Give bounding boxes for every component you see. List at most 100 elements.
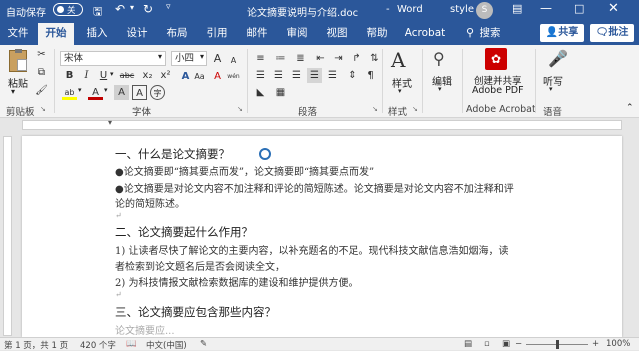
tab-layout[interactable]: 布局 <box>160 21 194 45</box>
tab-review[interactable]: 审阅 <box>280 21 314 45</box>
document-page[interactable]: 一、什么是论文摘要？ ●论文摘要即“摘其要点而发”，论文摘要即“摘其要点而发” … <box>22 136 622 337</box>
paragraph-line[interactable]: 2) 为科技情报文献检索数据库的建设和维护提供方便。 <box>115 274 358 289</box>
styles-dropdown-icon[interactable]: ▾ <box>398 87 402 95</box>
comments-button[interactable]: 🗨批注 <box>590 24 634 42</box>
character-shading-button[interactable]: A <box>114 85 129 100</box>
bullets-icon[interactable]: ≡ <box>253 51 268 66</box>
paste-dropdown-icon[interactable]: ▾ <box>11 87 15 96</box>
highlight-button[interactable]: ab <box>62 85 77 100</box>
accessibility-icon[interactable]: ✎ <box>200 339 207 349</box>
align-right-icon[interactable]: ☰ <box>289 68 304 83</box>
font-color-button[interactable]: A <box>88 85 103 100</box>
highlight-dropdown-icon[interactable]: ▾ <box>78 86 82 94</box>
align-left-icon[interactable]: ☰ <box>253 68 268 83</box>
copy-icon[interactable]: ⧉ <box>34 65 49 80</box>
microphone-icon[interactable]: 🎤 <box>548 49 568 68</box>
user-name[interactable]: style <box>450 4 474 15</box>
underline-button[interactable]: U <box>96 68 111 83</box>
editing-icon[interactable]: ⚲ <box>433 49 445 68</box>
ruler-track[interactable] <box>3 136 12 336</box>
tab-file[interactable]: 文件 <box>2 21 34 45</box>
phonetic-guide-icon[interactable]: wén <box>226 69 241 84</box>
heading-1[interactable]: 一、什么是论文摘要？ <box>115 146 230 162</box>
tab-design[interactable]: 设计 <box>120 21 154 45</box>
dictate-label[interactable]: 听写 <box>543 73 563 88</box>
minimize-icon[interactable]: — <box>540 1 552 15</box>
autosave-toggle[interactable]: 关 <box>53 3 83 16</box>
font-color-dropdown-icon[interactable]: ▾ <box>104 86 108 94</box>
search-icon[interactable]: ⚲ <box>462 21 478 45</box>
strikethrough-button[interactable]: abc <box>118 68 136 83</box>
paragraph-line[interactable]: 1) 让读者尽快了解论文的主要内容，以补充题名的不足。现代科技文献信息浩如烟海，… <box>115 242 508 257</box>
redo-icon[interactable]: ↻ <box>143 2 153 16</box>
maximize-icon[interactable]: □ <box>574 2 584 15</box>
dictate-dropdown-icon[interactable]: ▾ <box>549 85 553 93</box>
show-marks-icon[interactable]: ¶ <box>363 68 378 83</box>
tab-view[interactable]: 视图 <box>320 21 354 45</box>
heading-2[interactable]: 二、论文摘要起什么作用？ <box>115 224 253 240</box>
tab-help[interactable]: 帮助 <box>360 21 394 45</box>
change-case-icon[interactable]: Aa <box>192 69 207 84</box>
text-effects-icon[interactable]: A <box>178 69 193 84</box>
sort-icon[interactable]: ⇅ <box>367 51 382 66</box>
format-painter-icon[interactable]: 🖌 <box>34 83 49 98</box>
editing-label[interactable]: 编辑 <box>432 73 452 88</box>
paste-icon[interactable] <box>9 49 27 72</box>
search-label[interactable]: 搜索 <box>478 21 502 45</box>
zoom-level[interactable]: 100% <box>606 339 630 349</box>
zoom-slider-thumb[interactable] <box>556 340 559 349</box>
font-size-dropdown-icon[interactable]: ▾ <box>200 52 204 61</box>
bold-button[interactable]: B <box>62 68 77 83</box>
adobe-pdf-icon[interactable]: ✿ <box>485 48 507 70</box>
close-icon[interactable]: ✕ <box>608 1 619 16</box>
superscript-button[interactable]: x² <box>158 68 173 83</box>
decrease-indent-icon[interactable]: ⇤ <box>313 51 328 66</box>
word-count[interactable]: 420 个字 <box>80 339 116 351</box>
read-mode-icon[interactable]: ▤ <box>464 339 472 349</box>
increase-indent-icon[interactable]: ⇥ <box>331 51 346 66</box>
tab-insert[interactable]: 插入 <box>80 21 114 45</box>
multilevel-list-icon[interactable]: ≣ <box>293 51 308 66</box>
editing-dropdown-icon[interactable]: ▾ <box>438 85 442 93</box>
tab-references[interactable]: 引用 <box>200 21 234 45</box>
heading-3[interactable]: 三、论文摘要应包含那些内容？ <box>115 304 276 320</box>
font-name-field[interactable]: 宋体 <box>60 51 166 66</box>
character-border-button[interactable]: A <box>132 85 147 100</box>
tab-home[interactable]: 开始 <box>38 23 74 45</box>
paragraph-line[interactable]: 者检索到论文题名后是否会阅读全文， <box>115 258 285 273</box>
indent-marker[interactable]: ▾ <box>108 118 112 127</box>
proofing-icon[interactable]: 📖 <box>126 339 137 349</box>
clear-formatting-icon[interactable]: A <box>210 69 225 84</box>
avatar[interactable]: S <box>476 2 493 19</box>
ribbon-display-icon[interactable]: ▤ <box>512 2 522 15</box>
web-layout-icon[interactable]: ▣ <box>502 339 510 349</box>
undo-dropdown-icon[interactable]: ▾ <box>130 3 134 12</box>
subscript-button[interactable]: x₂ <box>140 68 155 83</box>
paragraph-line[interactable]: 论的简短陈述。 <box>115 195 185 210</box>
save-icon[interactable]: 🖫 <box>93 3 102 22</box>
undo-icon[interactable]: ↶ <box>115 2 125 16</box>
print-layout-icon[interactable]: ▫ <box>484 339 490 349</box>
acrobat-label-line2[interactable]: Adobe PDF <box>472 85 524 96</box>
styles-icon[interactable]: A <box>391 48 405 72</box>
paragraph-line[interactable]: ●论文摘要是对论文内容不加注释和评论的简短陈述。论文摘要是对论文内容不加注释和评 <box>115 180 514 195</box>
font-launcher-icon[interactable]: ↘ <box>237 105 243 113</box>
share-button[interactable]: 👤共享 <box>540 24 584 42</box>
line-spacing-icon[interactable]: ⇕ <box>345 68 360 83</box>
paragraph-launcher-icon[interactable]: ↘ <box>372 105 378 113</box>
tab-acrobat[interactable]: Acrobat <box>400 21 450 45</box>
zoom-out-icon[interactable]: − <box>515 339 522 349</box>
align-center-icon[interactable]: ☰ <box>271 68 286 83</box>
paragraph-line[interactable]: ●论文摘要即“摘其要点而发”，论文摘要即“摘其要点而发” <box>115 163 374 178</box>
italic-button[interactable]: I <box>79 68 94 83</box>
font-name-dropdown-icon[interactable]: ▾ <box>158 52 162 61</box>
chinese-layout-icon[interactable]: ↱ <box>349 51 364 66</box>
collapse-ribbon-icon[interactable]: ⌃ <box>626 103 634 113</box>
styles-label[interactable]: 样式 <box>392 75 412 90</box>
underline-dropdown-icon[interactable]: ▾ <box>110 70 114 78</box>
paragraph-line[interactable]: 论文摘要应... <box>115 322 175 337</box>
page-count[interactable]: 第 1 页，共 1 页 <box>4 339 68 351</box>
shading-icon[interactable]: ◣ <box>253 85 268 100</box>
language-indicator[interactable]: 中文(中国) <box>146 339 187 351</box>
justify-icon[interactable]: ☰ <box>307 68 322 83</box>
